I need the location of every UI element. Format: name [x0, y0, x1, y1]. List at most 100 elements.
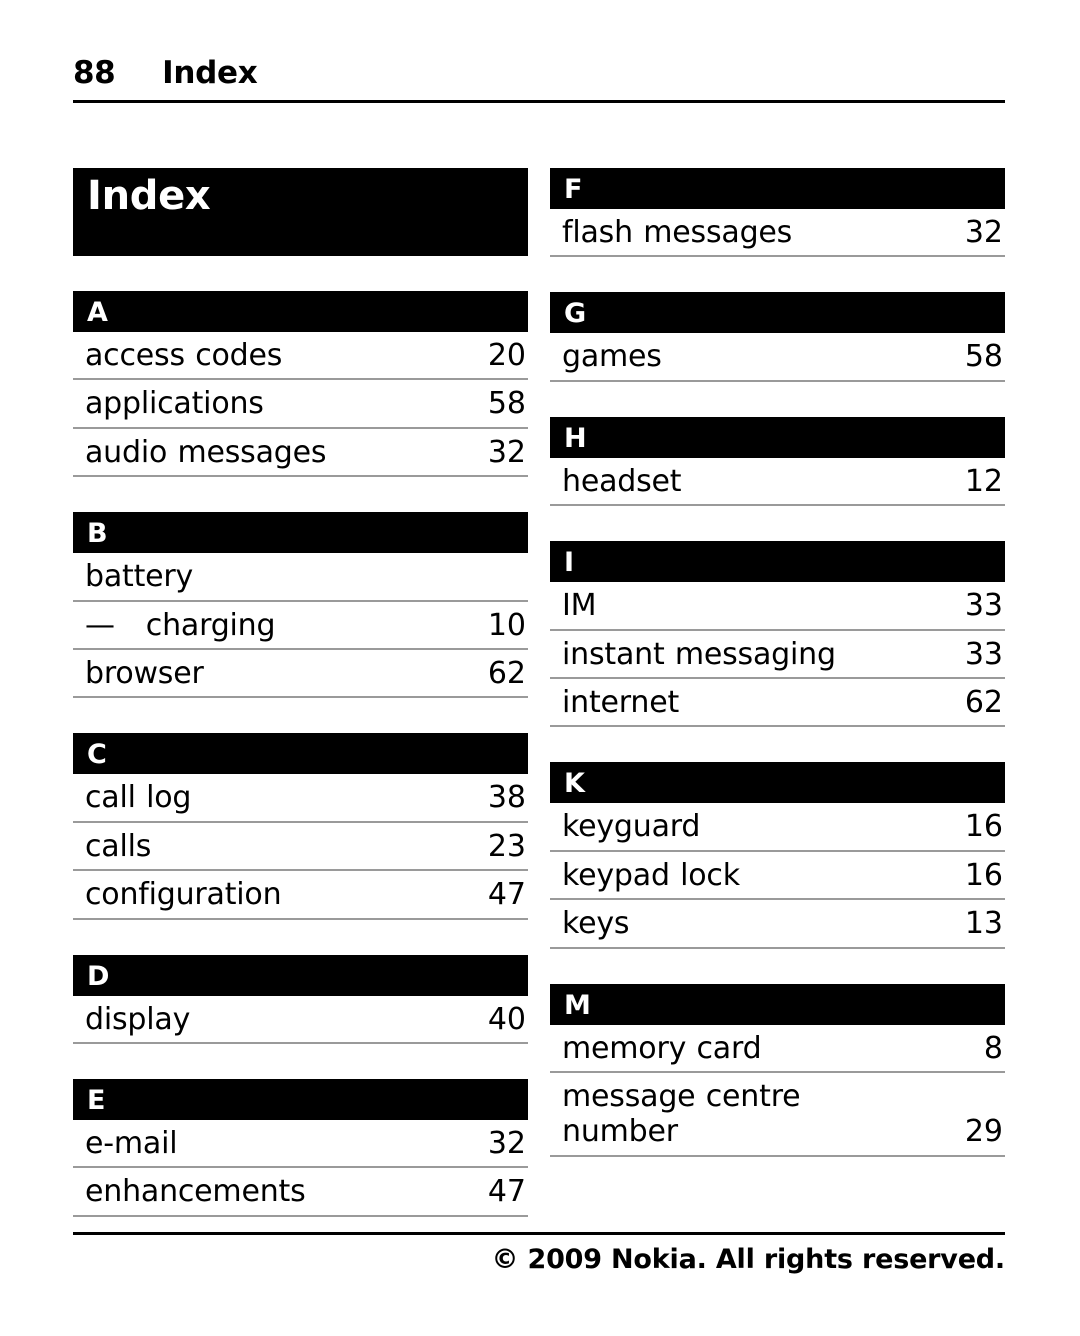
index-entry-page-number: 62	[487, 655, 526, 691]
left-column-sections: Aaccess codes 20 applications 58 audio messa…	[73, 291, 528, 1217]
running-head-title: Index	[162, 55, 258, 91]
index-entry[interactable]: battery	[73, 553, 528, 602]
index-entry[interactable]: call log 38	[73, 774, 528, 823]
index-entry-label: keypad lock	[562, 857, 740, 893]
index-entry[interactable]: games 58	[550, 333, 1005, 382]
index-entry-page-number: 33	[964, 636, 1003, 672]
index-entry[interactable]: access codes 20	[73, 332, 528, 381]
index-entry-page-number: 10	[487, 607, 526, 643]
index-entry-label: calls	[85, 828, 152, 864]
index-entry[interactable]: configuration 47	[73, 871, 528, 920]
index-section-g: Ggames 58	[550, 292, 1005, 382]
letter-heading: F	[564, 174, 583, 205]
index-entry[interactable]: audio messages 32	[73, 429, 528, 478]
index-entry-page-number: 58	[487, 386, 526, 422]
letter-heading: D	[87, 960, 110, 992]
index-entry-label: battery	[85, 559, 194, 595]
index-entry-label: games	[562, 339, 662, 375]
index-entry-label: e-mail	[85, 1125, 178, 1161]
index-entry[interactable]: e-mail 32	[73, 1120, 528, 1169]
index-entry[interactable]: instant messaging 33	[550, 631, 1005, 679]
letter-banner: K	[550, 762, 1005, 804]
index-entry-page-number: 38	[487, 780, 526, 816]
index-entry-page-number: 13	[964, 906, 1003, 942]
index-entry-page-number: 23	[487, 828, 526, 864]
index-entry-label: internet	[562, 684, 680, 720]
index-entry[interactable]: applications 58	[73, 380, 528, 429]
letter-banner: C	[73, 733, 528, 775]
page-folio-number: 88	[73, 55, 116, 91]
index-entry-label: display	[85, 1001, 191, 1037]
index-entry-label: configuration	[85, 877, 282, 913]
index-title-banner: Index	[73, 168, 528, 256]
index-entry-page-number: 32	[964, 215, 1003, 250]
index-entry[interactable]: message centre number 29	[550, 1073, 1005, 1157]
index-entry[interactable]: keys 13	[550, 900, 1005, 949]
letter-heading: A	[87, 297, 108, 328]
index-section-d: Ddisplay 40	[73, 954, 528, 1044]
letter-banner: H	[550, 416, 1005, 458]
index-entry[interactable]: — charging 10	[73, 602, 528, 650]
index-entry-label: enhancements	[85, 1174, 306, 1210]
index-entry[interactable]: keyguard 16	[550, 803, 1005, 852]
index-page: 88 Index Index Aaccess codes 20 applicatio…	[0, 0, 1080, 1336]
letter-heading: K	[564, 768, 585, 800]
letter-heading: C	[87, 739, 107, 771]
index-entry-label: — charging	[85, 607, 276, 643]
index-section-c: Ccall log 38 calls 23 configuration 47	[73, 733, 528, 920]
index-entry[interactable]: IM 33	[550, 582, 1005, 631]
letter-banner: F	[550, 168, 1005, 209]
index-entry-page-number: 33	[964, 588, 1003, 624]
index-entry-page-number: 12	[964, 463, 1003, 499]
index-entry-label: access codes	[85, 338, 283, 373]
index-section-k: Kkeyguard 16 keypad lock 16 keys 13	[550, 762, 1005, 949]
index-entry-label: instant messaging	[562, 636, 836, 672]
letter-heading: B	[87, 518, 108, 550]
index-title: Index	[87, 173, 211, 219]
index-entry[interactable]: display 40	[73, 996, 528, 1044]
index-entry[interactable]: headset 12	[550, 458, 1005, 507]
letter-banner: G	[550, 292, 1005, 334]
running-head-rule	[73, 100, 1005, 103]
index-entry-page-number: 29	[964, 1114, 1003, 1150]
running-head: 88 Index	[73, 55, 1005, 91]
index-entry-page-number: 58	[964, 339, 1003, 375]
index-entry[interactable]: internet 62	[550, 679, 1005, 728]
index-entry-label: headset	[562, 463, 682, 499]
index-entry-page-number: 8	[983, 1030, 1003, 1066]
index-entry-label: message centre number	[562, 1078, 801, 1150]
letter-heading: M	[564, 989, 591, 1021]
index-entry[interactable]: calls 23	[73, 823, 528, 872]
index-entry-page-number: 62	[964, 684, 1003, 720]
index-entry[interactable]: browser 62	[73, 650, 528, 699]
index-entry[interactable]: enhancements 47	[73, 1168, 528, 1217]
index-entry[interactable]: keypad lock 16	[550, 852, 1005, 901]
index-entry-label: memory card	[562, 1030, 762, 1066]
footer-copyright: © 2009 Nokia. All rights reserved.	[491, 1244, 1005, 1275]
letter-banner: D	[73, 954, 528, 996]
index-entry[interactable]: memory card 8	[550, 1025, 1005, 1073]
index-entry-page-number: 47	[487, 877, 526, 913]
index-section-i: I IM 33 instant messaging 33 internet 62	[550, 541, 1005, 728]
index-entry-page-number: 32	[487, 434, 526, 470]
index-entry-page-number: 16	[964, 857, 1003, 893]
index-entry-label: keyguard	[562, 809, 701, 845]
index-entry-page-number: 20	[487, 338, 526, 373]
index-entry-label: IM	[562, 588, 597, 624]
letter-banner: I	[550, 541, 1005, 583]
index-entry-label: keys	[562, 906, 630, 942]
letter-heading: H	[564, 422, 587, 454]
letter-heading: I	[564, 547, 575, 579]
index-entry-label: browser	[85, 655, 204, 691]
letter-banner: A	[73, 291, 528, 332]
index-column-right: Fflash messages 32 Ggames 58 Hheadset 12 I IM 33…	[550, 168, 1005, 1217]
letter-banner: B	[73, 512, 528, 554]
index-section-b: Bbattery — charging 10 browser 62	[73, 512, 528, 699]
index-entry-page-number: 32	[487, 1125, 526, 1161]
index-section-h: Hheadset 12	[550, 416, 1005, 507]
index-entry-page-number: 40	[487, 1001, 526, 1037]
index-entry[interactable]: flash messages 32	[550, 209, 1005, 258]
index-entry-label: audio messages	[85, 434, 327, 470]
letter-heading: G	[564, 298, 587, 330]
index-entry-page-number: 16	[964, 809, 1003, 845]
